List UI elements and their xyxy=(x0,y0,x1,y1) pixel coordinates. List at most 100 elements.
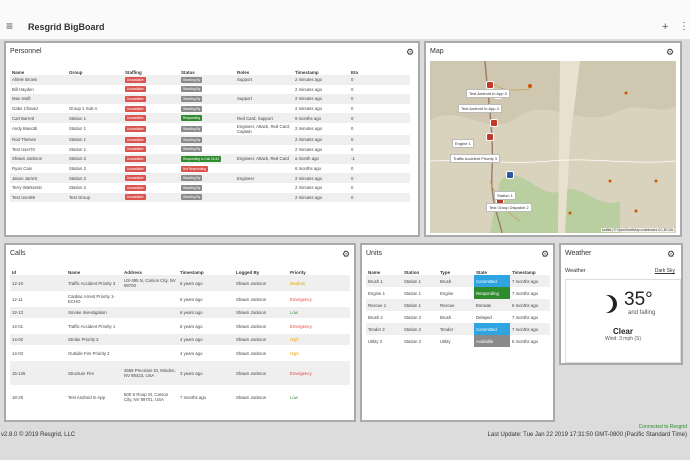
personnel-eta: 0 xyxy=(349,173,410,183)
personnel-name: Max Swift xyxy=(10,94,67,104)
map-marker-station[interactable] xyxy=(506,171,514,179)
call-logged-by: Shawn Jackson xyxy=(236,350,267,356)
more-options-icon[interactable]: ⋮ xyxy=(679,21,689,32)
call-logged-by: Shawn Jackson xyxy=(234,307,288,318)
personnel-row[interactable]: Gabe Chavez Group 1 Sub A Unavailable Stand… xyxy=(10,104,410,114)
map-marker-call[interactable] xyxy=(486,133,494,141)
app-title: Resgrid BigBoard xyxy=(28,22,105,32)
units-settings-gear-icon[interactable]: ⚙ xyxy=(541,249,549,260)
status-cell: Standing By xyxy=(179,145,235,155)
units-column-header: State xyxy=(476,270,488,275)
call-priority: Emergency xyxy=(290,296,312,302)
personnel-row[interactable]: Bill Hayden Unavailable Standing By 2 minut… xyxy=(10,85,410,95)
personnel-timestamp: 2 minutes ago xyxy=(293,75,349,85)
status-cell: Standing By xyxy=(179,192,235,203)
unit-name: Rescue 1 xyxy=(366,299,402,311)
unit-row[interactable]: Rescue 1 Station 1 Rescue Enroute 6 months a… xyxy=(366,299,550,311)
personnel-row[interactable]: Terry Warkentin Station 2 Unavailable Stand… xyxy=(10,183,410,193)
weather-panel: 35° and falling Clear Wind: 3 mph (S) xyxy=(565,279,681,363)
staffing-cell: Unavailable xyxy=(123,134,179,145)
personnel-row[interactable]: Carl Barrett Station 1 Unavailable Respondi… xyxy=(10,113,410,123)
personnel-row[interactable]: Ryan Cain Station 2 Unavailable Not Respond… xyxy=(10,164,410,174)
call-row[interactable]: 12-10 Traffic Accident Priority 3 US-395 N… xyxy=(10,275,350,291)
staffing-badge: Unavailable xyxy=(125,184,146,191)
map-marker-station[interactable] xyxy=(490,119,498,127)
personnel-name: Test User69 xyxy=(10,192,67,203)
map-canvas[interactable]: Test Android In App 5 Test Android In Ap… xyxy=(430,61,676,233)
personnel-column-header: Status xyxy=(181,70,195,75)
status-badge: Standing By xyxy=(181,105,203,112)
unit-station: Station 1 xyxy=(404,290,421,296)
moon-icon xyxy=(599,295,617,313)
personnel-settings-gear-icon[interactable]: ⚙ xyxy=(406,47,414,58)
call-timestamp: 3 years ago xyxy=(178,361,234,385)
status-cell: Standing By xyxy=(179,123,235,135)
call-row[interactable]: 14-03 Outside Fire Priority 2 4 years ago S… xyxy=(10,345,350,361)
unit-name: Brush 2 xyxy=(368,314,383,320)
units-header-row: Name Station Type State Timestamp xyxy=(366,265,550,275)
call-priority: Low xyxy=(288,307,350,318)
personnel-roles: Support xyxy=(235,94,293,104)
call-priority: Medium xyxy=(288,275,350,291)
personnel-row[interactable]: Test User69 Test Group Unavailable Standing… xyxy=(10,192,410,203)
personnel-timestamp: 2 minutes ago xyxy=(295,146,322,152)
personnel-row[interactable]: Max Swift Unavailable Standing By Support 2 … xyxy=(10,94,410,104)
call-address: 500 S Roop St, Carson City, NV 89701, US… xyxy=(124,392,169,402)
personnel-title: Personnel xyxy=(10,48,42,55)
map-settings-gear-icon[interactable]: ⚙ xyxy=(666,47,674,58)
map-attribution[interactable]: Leaflet | © OpenStreetMap contributors C… xyxy=(600,228,674,232)
unit-row[interactable]: Utility 2 Station 2 Utility Available 5 mont… xyxy=(366,335,550,347)
personnel-row[interactable]: Shawn Jackson Station 2 Unavailable Respond… xyxy=(10,154,410,164)
personnel-group: Test Group xyxy=(67,192,123,203)
call-id: 18-25 xyxy=(12,394,23,400)
wind-info: Wind: 3 mph (S) xyxy=(604,336,642,342)
call-row[interactable]: 12-11 Cardiac Arrest Priority 1-ECHO 6 yea… xyxy=(10,291,350,307)
personnel-row[interactable]: Andy Biasotti Station 1 Unavailable Standin… xyxy=(10,123,410,135)
calls-settings-gear-icon[interactable]: ⚙ xyxy=(342,249,350,260)
personnel-row[interactable]: Jason Jarrett Station 2 Unavailable Standin… xyxy=(10,173,410,183)
unit-station: Station 1 xyxy=(402,299,438,311)
unit-row[interactable]: Engine 1 Station 1 Engine Responding 7 month… xyxy=(366,287,550,299)
weather-settings-gear-icon[interactable]: ⚙ xyxy=(667,249,675,260)
calls-column-header: Id xyxy=(12,270,16,275)
status-badge: Standing By xyxy=(181,175,203,182)
personnel-roles: Engineer, Attack, Red Card xyxy=(235,154,293,164)
personnel-roles: Support xyxy=(235,75,293,85)
call-address: US-395 N, Carson City, NV 89703 xyxy=(122,275,178,291)
unit-name: Tender 2 xyxy=(366,323,402,335)
unit-timestamp: 7 months ago xyxy=(512,314,539,320)
dark-sky-link[interactable]: Dark Sky xyxy=(655,268,675,274)
unit-row[interactable]: Brush 2 Station 2 Brush Delayed 7 months ago xyxy=(366,311,550,323)
unit-row[interactable]: Brush 1 Station 1 Brush Committed 7 months a… xyxy=(366,275,550,287)
call-row[interactable]: 18-25 Test Android In App 500 S Roop St, C… xyxy=(10,385,350,409)
personnel-name: Bill Hayden xyxy=(12,86,34,92)
status-cell: Standing By xyxy=(179,94,235,104)
personnel-row[interactable]: Ahlele Brown Unavailable Standing By Suppor… xyxy=(10,75,410,85)
personnel-row[interactable]: Test User70 Station 1 Unavailable Standing … xyxy=(10,145,410,155)
call-logged-by: Shawn Jackson xyxy=(234,275,288,291)
personnel-eta: 0 xyxy=(349,94,410,104)
staffing-cell: Unavailable xyxy=(123,183,179,193)
hamburger-menu-icon[interactable]: ≡ xyxy=(6,20,18,34)
staffing-cell: Unavailable xyxy=(123,104,179,114)
unit-row[interactable]: Tender 2 Station 2 Tender Committed 7 months… xyxy=(366,323,550,335)
personnel-roles xyxy=(235,164,293,174)
personnel-eta: 0 xyxy=(351,166,354,172)
personnel-eta: 0 xyxy=(351,106,354,112)
staffing-cell: Unavailable xyxy=(123,123,179,135)
call-row[interactable]: 14-01 Traffic Accident Priority 1 5 years … xyxy=(10,318,350,334)
units-column-header: Station xyxy=(404,270,420,275)
map-marker-unit[interactable] xyxy=(486,81,494,89)
personnel-row[interactable]: Rod Theisen Station 1 Unavailable Standing … xyxy=(10,134,410,145)
add-widget-icon[interactable]: + xyxy=(662,21,668,33)
unit-state: Committed xyxy=(474,275,510,287)
personnel-timestamp: 2 minutes ago xyxy=(295,86,322,92)
call-row[interactable]: 12-13 Smoke Investigation 6 years ago Shawn… xyxy=(10,307,350,318)
personnel-group xyxy=(67,94,123,104)
status-cell: Standing By xyxy=(179,134,235,145)
staffing-cell: Unavailable xyxy=(123,85,179,95)
call-address: 2559 Precision Dr, Minden, NV 89423, USA xyxy=(122,361,178,385)
personnel-roles xyxy=(235,145,293,155)
call-row[interactable]: 15-126 Structure Fire 2559 Precision Dr, M… xyxy=(10,361,350,385)
call-row[interactable]: 14-02 Stroke Priority 2 4 years ago Shawn J… xyxy=(10,334,350,345)
